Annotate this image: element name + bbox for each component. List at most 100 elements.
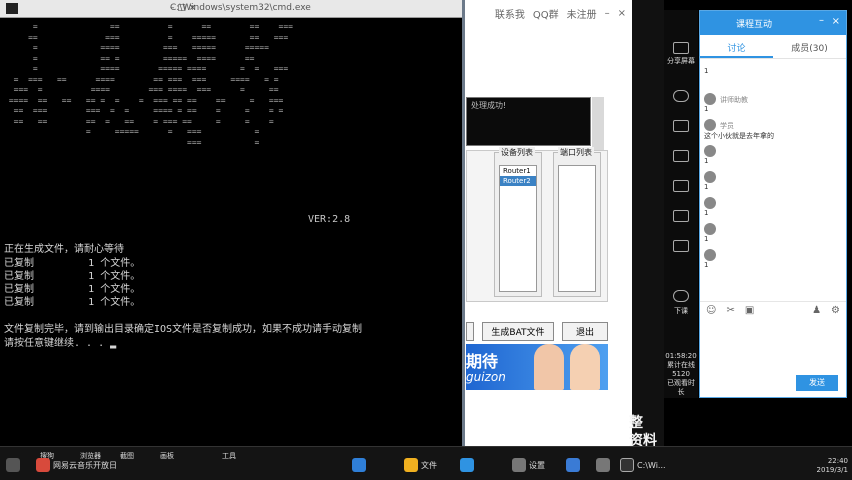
volume-icon[interactable] bbox=[673, 150, 689, 162]
app-icon bbox=[566, 458, 580, 472]
gear-icon[interactable]: ⚙ bbox=[831, 305, 840, 316]
taskbar-item[interactable]: 设置 bbox=[512, 453, 545, 477]
taskbar-label: 设置 bbox=[529, 460, 545, 470]
menu-qq-group[interactable]: QQ群 bbox=[533, 6, 559, 21]
console-window: C:\Windows\system32\cmd.exe – □ × = == =… bbox=[0, 0, 465, 446]
taskbar-item[interactable] bbox=[460, 453, 474, 477]
timer-label: 累计在线 bbox=[667, 361, 695, 369]
close-icon[interactable]: × bbox=[832, 16, 840, 27]
console-titlebar[interactable]: C:\Windows\system32\cmd.exe – □ × bbox=[0, 0, 462, 18]
share-screen-label: 分享屏幕 bbox=[667, 57, 695, 65]
app-icon bbox=[460, 458, 474, 472]
menu-contact[interactable]: 联系我 bbox=[495, 6, 525, 21]
generate-bat-button[interactable]: 生成BAT文件 bbox=[482, 322, 554, 341]
message-author: 学员 bbox=[720, 122, 734, 130]
chat-header: 课程互动 – × bbox=[700, 11, 846, 35]
quick-item[interactable]: 工具 bbox=[222, 451, 236, 461]
avatar bbox=[704, 119, 716, 131]
ascii-art: = == = == == === == === = ===== == === =… bbox=[8, 22, 293, 147]
scrollbar[interactable] bbox=[592, 97, 604, 152]
person-icon[interactable]: ♟ bbox=[812, 305, 821, 316]
avatar bbox=[704, 249, 716, 261]
avatar bbox=[704, 93, 716, 105]
taskbar-item[interactable]: C:\Wi... bbox=[620, 453, 666, 477]
app-icon bbox=[352, 458, 366, 472]
end-class-label: 下课 bbox=[674, 307, 688, 315]
avatar bbox=[704, 145, 716, 157]
clock-time: 22:40 bbox=[827, 457, 848, 465]
taskbar-label: C:\Wi... bbox=[637, 460, 666, 470]
end-class-icon[interactable] bbox=[673, 290, 689, 302]
share-screen-icon[interactable] bbox=[673, 42, 689, 54]
app-icon bbox=[36, 458, 50, 472]
device-list-caption: 设备列表 bbox=[499, 147, 535, 158]
list-item: 讲师助教 1 bbox=[704, 89, 842, 115]
taskbar-item[interactable]: 文件 bbox=[404, 453, 437, 477]
clock[interactable]: 22:40 2019/3/1 bbox=[817, 457, 848, 475]
console-line: 已复制 1 个文件。 bbox=[4, 297, 141, 308]
list-item: 1 bbox=[704, 193, 842, 219]
dark-gap bbox=[632, 0, 664, 446]
list-item[interactable]: Router1 bbox=[500, 166, 536, 176]
taskbar-item[interactable] bbox=[352, 453, 366, 477]
chat-icon[interactable] bbox=[673, 210, 689, 222]
desktop: 联系我 QQ群 未注册 – × 处理成功! 设备列表 Router1 Route… bbox=[0, 0, 852, 480]
list-item: 1 bbox=[704, 245, 842, 271]
console-line: 正在生成文件，请耐心等待 bbox=[4, 244, 124, 255]
taskbar-item[interactable] bbox=[566, 453, 580, 477]
camera-icon[interactable] bbox=[673, 90, 689, 102]
emoji-icon[interactable]: ☺ bbox=[706, 305, 716, 316]
chat-tabs: 讨论 成员(30) bbox=[700, 35, 846, 59]
message-text: 1 bbox=[704, 261, 709, 269]
scissors-icon[interactable]: ✂ bbox=[726, 305, 734, 316]
chat-title: 课程互动 bbox=[736, 20, 773, 30]
tab-discussion[interactable]: 讨论 bbox=[700, 35, 773, 58]
exit-button[interactable]: 退出 bbox=[562, 322, 608, 341]
app-icon bbox=[596, 458, 610, 472]
chat-panel: 课程互动 – × 讨论 成员(30) 1 讲师助教 1 学员 这个小伙就是去年拿… bbox=[699, 10, 847, 398]
minimize-icon[interactable]: – bbox=[605, 8, 610, 19]
send-button[interactable]: 发送 bbox=[796, 375, 838, 391]
avatar bbox=[704, 197, 716, 209]
device-list[interactable]: Router1 Router2 bbox=[499, 165, 537, 292]
timer-value: 01:58:20 bbox=[665, 352, 697, 360]
quick-item[interactable]: 截图 bbox=[120, 451, 134, 461]
message-text: 这个小伙就是去年拿的 bbox=[704, 132, 774, 140]
list-item: 1 bbox=[704, 219, 842, 245]
live-toolbar: 分享屏幕 下课 01:58:20 累计在线 5120 已观看时长 bbox=[664, 10, 698, 398]
avatar bbox=[704, 171, 716, 183]
banner-text: 期待 bbox=[466, 352, 499, 371]
message-text: 1 bbox=[704, 209, 709, 217]
list-item: 1 bbox=[704, 63, 842, 89]
quick-item[interactable]: 画板 bbox=[160, 451, 174, 461]
taskbar-item[interactable] bbox=[596, 453, 610, 477]
folder-icon bbox=[404, 458, 418, 472]
window-controls[interactable]: – □ × bbox=[170, 3, 456, 13]
mic-icon[interactable] bbox=[673, 120, 689, 132]
music-icon[interactable] bbox=[673, 180, 689, 192]
device-list-group: 设备列表 Router1 Router2 bbox=[494, 147, 542, 297]
message-author: 讲师助教 bbox=[720, 96, 748, 104]
menu-unregistered[interactable]: 未注册 bbox=[567, 6, 597, 21]
status-output-box: 处理成功! bbox=[466, 97, 591, 146]
ad-banner[interactable]: 期待 guizon bbox=[466, 344, 608, 390]
avatar bbox=[704, 223, 716, 235]
minimize-icon[interactable]: – bbox=[819, 15, 824, 26]
start-button[interactable] bbox=[6, 453, 20, 477]
list-item[interactable]: Router2 bbox=[500, 176, 536, 186]
partial-button[interactable] bbox=[466, 322, 474, 341]
settings-icon bbox=[512, 458, 526, 472]
taskbar-label: 网易云音乐开放日 bbox=[53, 460, 117, 470]
tab-members[interactable]: 成员(30) bbox=[773, 35, 846, 58]
taskbar-item[interactable]: 网易云音乐开放日 bbox=[36, 453, 117, 477]
close-icon[interactable]: × bbox=[618, 8, 626, 19]
port-list[interactable] bbox=[558, 165, 596, 292]
console-line: 请按任意键继续. . . ▂ bbox=[4, 338, 117, 349]
image-icon[interactable]: ▣ bbox=[745, 305, 754, 316]
taskbar: 搜狗 浏览器 截图 画板 工具 网易云音乐开放日 文件 设置 C:\Wi... … bbox=[0, 446, 852, 480]
class-timer: 01:58:20 累计在线 5120 已观看时长 bbox=[664, 352, 698, 397]
message-text: 1 bbox=[704, 235, 709, 243]
clock-date: 2019/3/1 bbox=[816, 466, 848, 474]
settings-icon[interactable] bbox=[673, 240, 689, 252]
list-item: 1 bbox=[704, 141, 842, 167]
